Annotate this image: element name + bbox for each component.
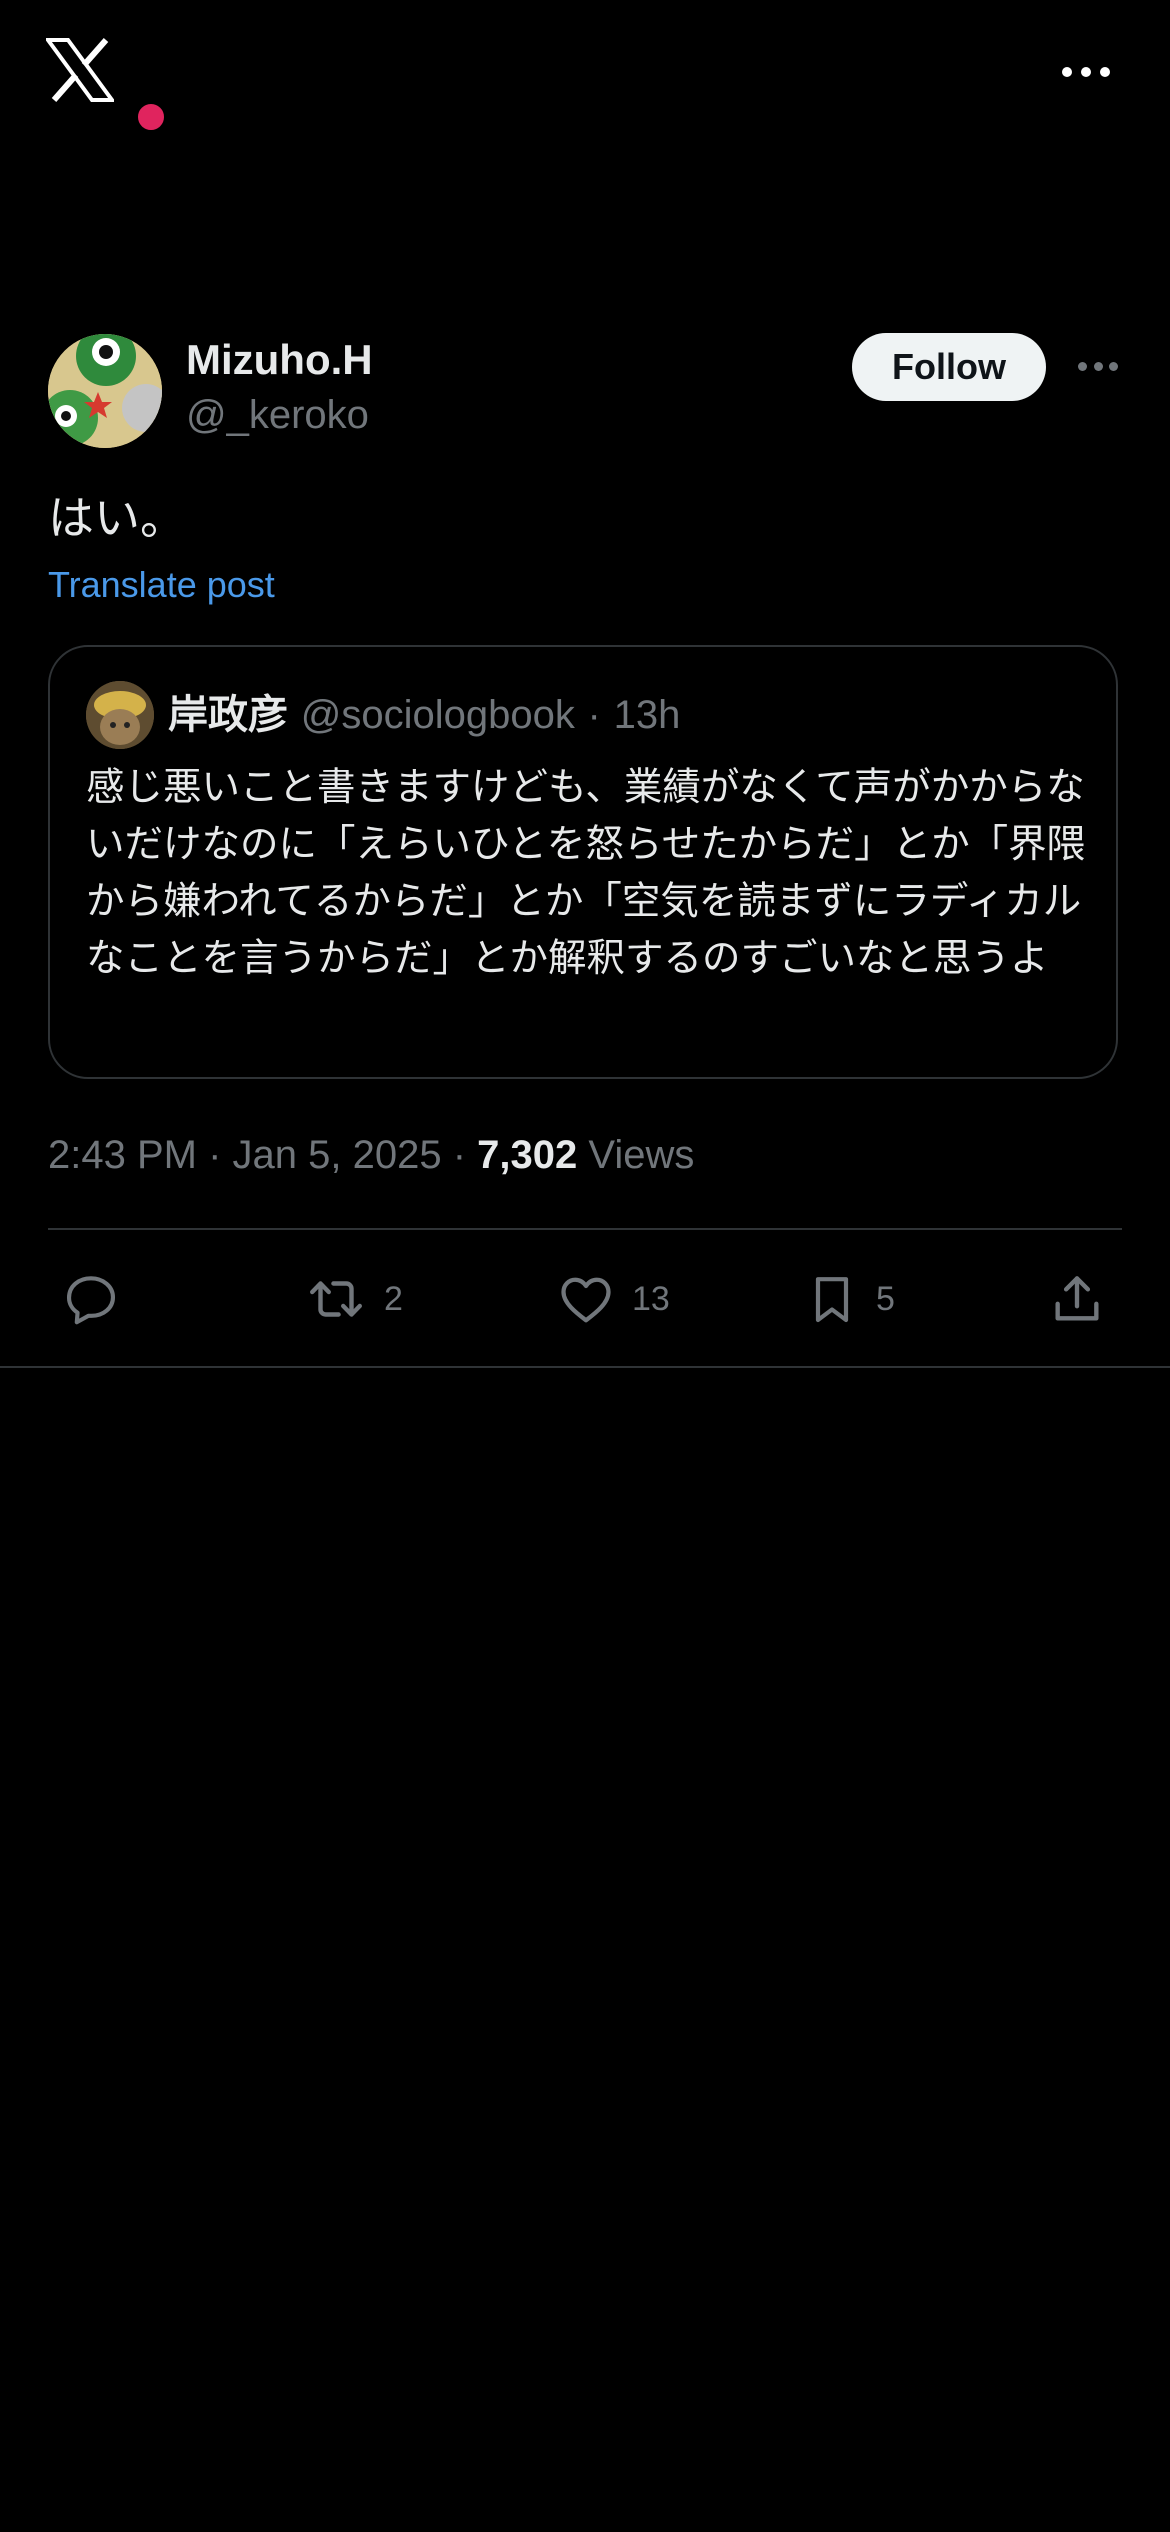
repost-count: 2 — [384, 1279, 403, 1318]
author-display-name[interactable]: Mizuho.H — [186, 334, 373, 386]
action-bar: 2 13 5 — [0, 1262, 1170, 1336]
like-button[interactable]: 13 — [556, 1262, 670, 1336]
avatar[interactable] — [48, 334, 162, 448]
views-count: 7,302 — [477, 1133, 578, 1177]
like-count: 13 — [632, 1279, 670, 1318]
repost-icon — [310, 1281, 362, 1317]
follow-button[interactable]: Follow — [852, 333, 1046, 401]
quoted-time: 13h — [613, 693, 681, 737]
bookmark-button[interactable]: 5 — [804, 1262, 895, 1336]
post-timestamp[interactable]: 2:43 PM · Jan 5, 2025 · — [48, 1133, 466, 1177]
x-logo-icon[interactable] — [46, 38, 166, 132]
repost-button[interactable]: 2 — [304, 1262, 403, 1336]
quoted-separator: · — [587, 693, 601, 737]
quoted-display-name: 岸政彦 — [168, 692, 288, 738]
share-icon — [1055, 1276, 1099, 1321]
reply-button[interactable] — [60, 1262, 138, 1336]
quoted-text: 感じ悪いこと書きますけども、業績がなくて声がかからないだけなのに「えらいひとを怒… — [86, 765, 1086, 981]
quoted-handle: @sociologbook — [300, 693, 575, 737]
bookmark-count: 5 — [876, 1279, 895, 1318]
quoted-avatar — [86, 681, 154, 749]
bookmark-icon — [815, 1277, 849, 1323]
more-horizontal-icon[interactable] — [1062, 62, 1110, 82]
quoted-header: 岸政彦 @sociologbook · 13h — [168, 687, 680, 743]
post-more-icon[interactable] — [1078, 358, 1118, 374]
share-button[interactable] — [1048, 1262, 1106, 1336]
translate-post-link[interactable]: Translate post — [48, 562, 275, 608]
top-bar — [0, 0, 1170, 150]
author-handle[interactable]: @_keroko — [186, 390, 369, 440]
post-text: はい。 — [48, 491, 186, 545]
reply-icon — [66, 1276, 116, 1325]
post-meta: 2:43 PM · Jan 5, 2025 · 7,302 Views — [48, 1128, 694, 1182]
heart-icon — [561, 1277, 611, 1323]
quoted-post[interactable]: 岸政彦 @sociologbook · 13h 感じ悪いこと書きますけども、業績… — [48, 645, 1118, 1079]
divider — [0, 1366, 1170, 1368]
views-label: Views — [588, 1133, 695, 1177]
logo-badge-icon — [136, 102, 166, 132]
divider — [48, 1228, 1122, 1230]
